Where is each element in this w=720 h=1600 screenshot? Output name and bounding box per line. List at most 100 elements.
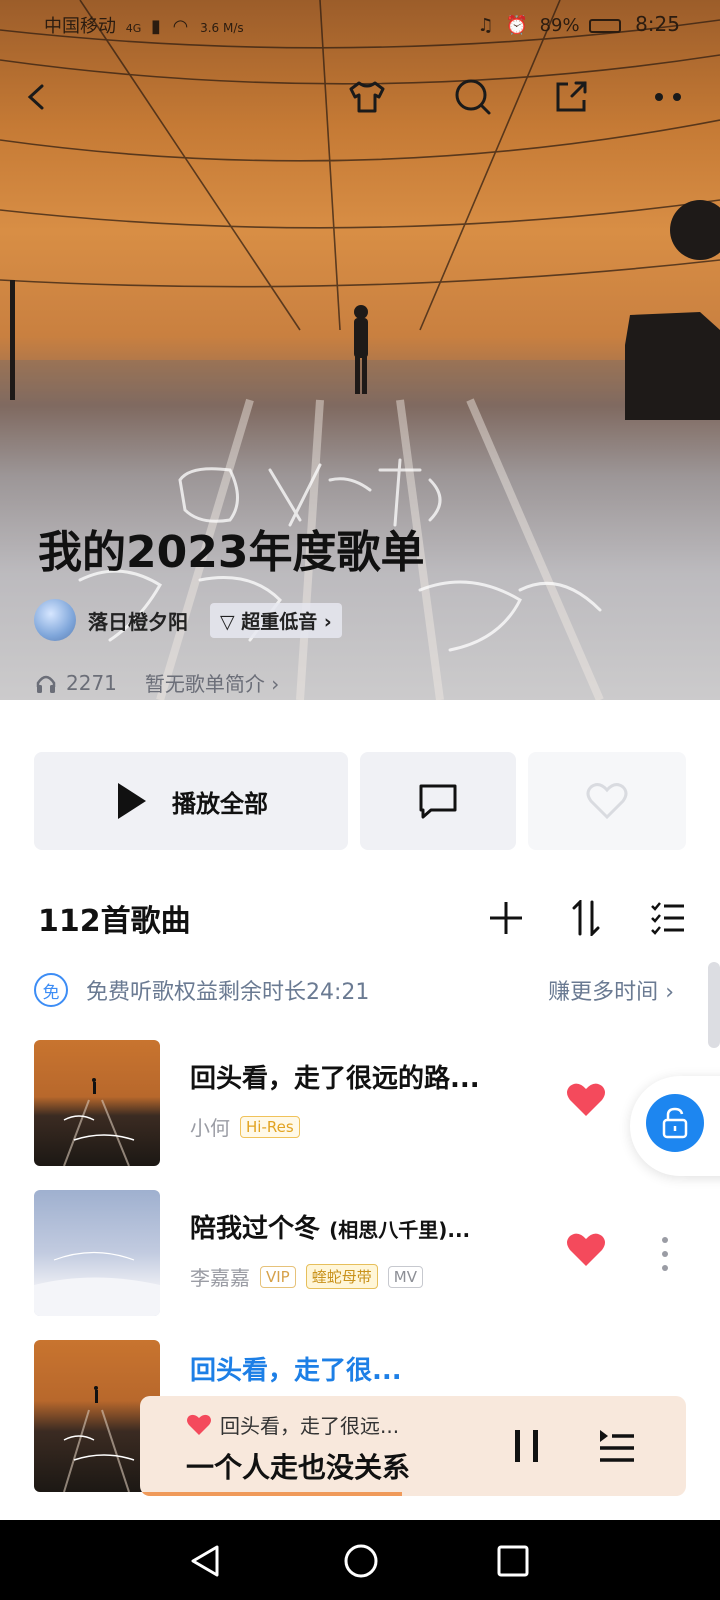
- heart-outline-icon: [586, 783, 628, 820]
- earn-more-time-link[interactable]: 赚更多时间 ›: [548, 974, 674, 1006]
- square-recents-icon: [497, 1545, 529, 1577]
- nav-back-button[interactable]: [180, 1536, 230, 1586]
- song-title-text: 陪我过个冬: [190, 1214, 321, 1244]
- vip-tag: VIP: [260, 1265, 296, 1288]
- headphone-status-icon: ♫: [477, 15, 494, 36]
- song-subtitle: (相思八千里)...: [329, 1218, 471, 1242]
- wifi-icon: ◠: [172, 16, 189, 37]
- free-time-text: 免费听歌权益剩余时长24:21: [86, 980, 370, 1005]
- more-options-button[interactable]: [646, 74, 692, 120]
- chevron-right-icon: ›: [665, 980, 674, 1005]
- playlist-owner[interactable]: 落日橙夕阳 ▽ 超重低音 ›: [34, 598, 342, 642]
- play-all-button[interactable]: 播放全部: [34, 752, 348, 850]
- song-row[interactable]: 陪我过个冬 (相思八千里)... 李嘉嘉 VIP 蝰蛇母带 MV: [0, 1190, 720, 1318]
- now-playing-title: 回头看，走了很远...: [220, 1414, 400, 1438]
- play-count: 2271: [66, 670, 117, 695]
- song-cover: [34, 1040, 160, 1166]
- cover-artwork: [63, 1078, 135, 1166]
- artist-name: 小何: [190, 1116, 230, 1140]
- song-count: 112首歌曲: [38, 904, 191, 939]
- song-row[interactable]: 回头看，走了很远的路... 小何 Hi-Res: [0, 1040, 720, 1168]
- search-button[interactable]: [450, 74, 496, 120]
- list-scrollbar[interactable]: [708, 962, 720, 1048]
- cover-artwork: [34, 1251, 160, 1316]
- sound-effect-label: 超重低音: [241, 610, 318, 633]
- chevron-right-icon: ›: [271, 672, 280, 696]
- comment-icon: [419, 784, 457, 819]
- free-badge-icon: 免: [34, 973, 68, 1007]
- battery-label: 89%: [539, 15, 580, 36]
- queue-icon: [600, 1430, 634, 1462]
- now-playing-line1: 回头看，走了很远...: [186, 1410, 399, 1439]
- mini-player[interactable]: 回头看，走了很远... 一个人走也没关系: [140, 1396, 686, 1496]
- like-button[interactable]: [566, 1232, 606, 1272]
- mv-tag[interactable]: MV: [387, 1265, 423, 1288]
- lock-float-button[interactable]: [630, 1076, 720, 1176]
- battery-icon: [589, 19, 622, 33]
- heart-filled-icon: [567, 1083, 605, 1116]
- sort-button[interactable]: [564, 896, 608, 940]
- share-icon: [556, 81, 587, 112]
- more-dots-icon: [655, 93, 681, 101]
- viper-v-icon: ▽: [220, 610, 235, 633]
- playlist-intro-link[interactable]: 暂无歌单简介 ›: [145, 668, 279, 697]
- like-button[interactable]: [566, 1082, 606, 1122]
- share-button[interactable]: [548, 74, 594, 120]
- alarm-icon: ⏰: [505, 15, 528, 36]
- unlock-icon: [662, 1107, 688, 1139]
- playlist-title: 我的2023年度歌单: [38, 527, 425, 578]
- song-more-button[interactable]: [660, 1236, 670, 1276]
- checklist-icon: [651, 902, 684, 935]
- pause-button[interactable]: [512, 1428, 542, 1468]
- now-playing-lyric: 一个人走也没关系: [186, 1451, 411, 1484]
- vertical-dots-icon: [662, 1237, 668, 1271]
- hires-tag: Hi-Res: [240, 1115, 300, 1138]
- playback-progress: [140, 1492, 403, 1496]
- playlist-queue-button[interactable]: [598, 1426, 636, 1470]
- speed-label: 3.6 M/s: [200, 21, 244, 35]
- nav-recents-button[interactable]: [488, 1536, 538, 1586]
- avatar[interactable]: [34, 599, 76, 641]
- system-navigation-bar: [0, 1520, 720, 1600]
- song-title: 陪我过个冬 (相思八千里)...: [190, 1208, 470, 1245]
- play-icon: [118, 783, 146, 819]
- favorite-playlist-button[interactable]: [528, 752, 686, 850]
- signal-icon: ▮: [151, 16, 161, 37]
- status-bar: 中国移动 4G ▮ ◠ 3.6 M/s ♫ ⏰ 89% 8:25: [0, 0, 720, 48]
- headphones-icon: [36, 675, 56, 693]
- chevron-right-icon: ›: [323, 610, 332, 633]
- back-button[interactable]: [14, 74, 60, 120]
- comment-button[interactable]: [360, 752, 516, 850]
- song-title-text: 回头看，走了很...: [190, 1356, 402, 1386]
- song-meta: 小何 Hi-Res: [190, 1112, 300, 1141]
- song-title: 回头看，走了很远的路...: [190, 1058, 480, 1095]
- unlock-button[interactable]: [646, 1094, 704, 1152]
- skin-button[interactable]: [344, 74, 390, 120]
- earn-more-label: 赚更多时间: [548, 980, 659, 1005]
- network-label: 4G: [125, 22, 142, 35]
- pause-icon: [515, 1430, 538, 1462]
- plus-icon: [490, 902, 522, 934]
- back-arrow-icon: [27, 84, 44, 110]
- triangle-back-icon: [191, 1545, 219, 1577]
- sound-effect-badge[interactable]: ▽ 超重低音 ›: [210, 602, 342, 638]
- song-cover: [34, 1190, 160, 1316]
- time-label: 8:25: [635, 12, 680, 36]
- free-listening-banner[interactable]: 免 免费听歌权益剩余时长24:21 赚更多时间 ›: [34, 968, 674, 1012]
- viper-master-tag: 蝰蛇母带: [305, 1264, 378, 1289]
- home-circle-icon: [344, 1544, 378, 1578]
- playlist-cover-hero: 中国移动 4G ▮ ◠ 3.6 M/s ♫ ⏰ 89% 8:25 我的2023年…: [0, 0, 720, 700]
- play-all-label: 播放全部: [172, 789, 268, 818]
- song-meta: 李嘉嘉 VIP 蝰蛇母带 MV: [190, 1262, 423, 1291]
- batch-select-button[interactable]: [646, 896, 690, 940]
- carrier-label: 中国移动: [44, 16, 116, 37]
- tshirt-icon: [349, 81, 385, 113]
- heart-filled-icon[interactable]: [186, 1414, 212, 1436]
- playlist-meta: 2271 暂无歌单简介 ›: [34, 668, 279, 697]
- add-songs-button[interactable]: [484, 896, 528, 940]
- nav-home-button[interactable]: [336, 1536, 386, 1586]
- sort-icon: [572, 900, 600, 936]
- artist-name: 李嘉嘉: [190, 1266, 250, 1290]
- heart-filled-icon: [567, 1233, 605, 1266]
- owner-name[interactable]: 落日橙夕阳: [88, 606, 188, 635]
